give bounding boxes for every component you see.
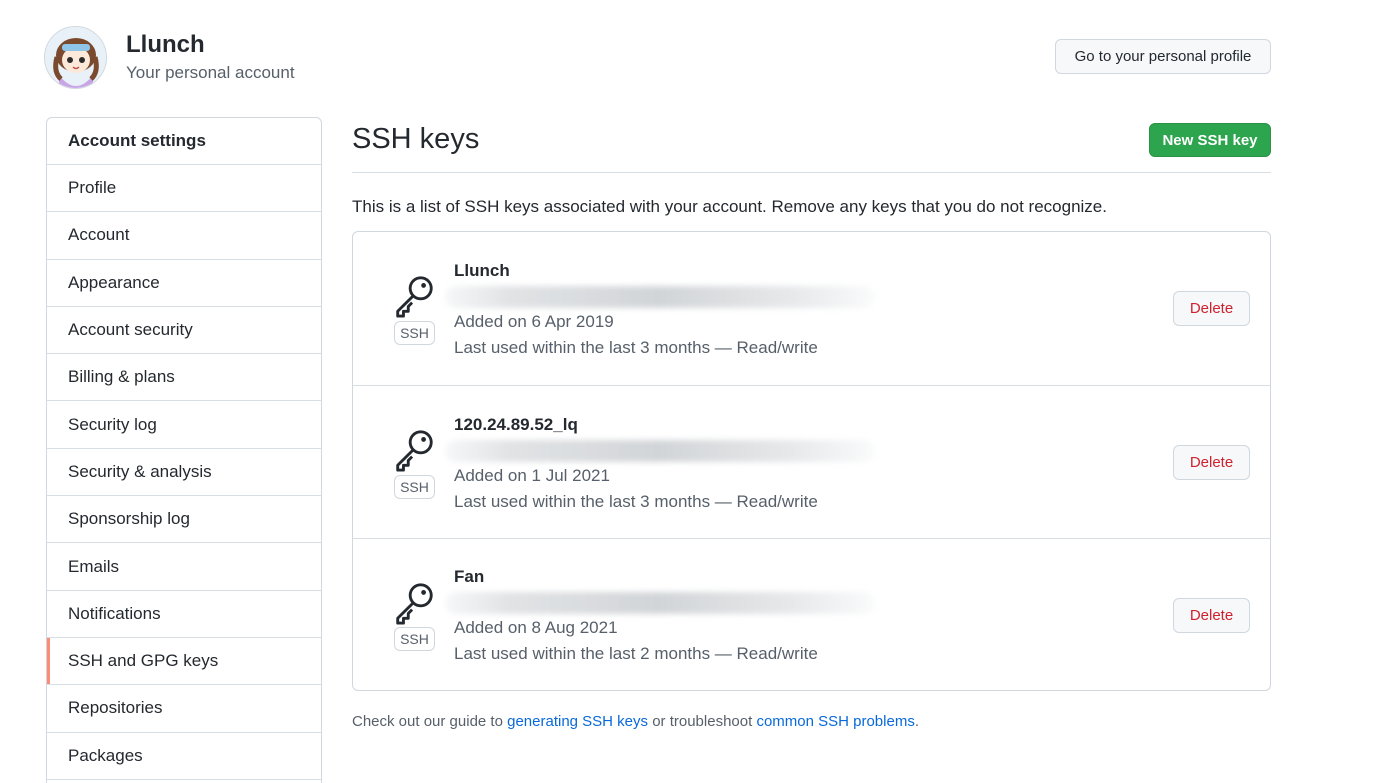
ssh-keys-list: SSH Llunch Added on 6 Apr 2019 Last used… xyxy=(352,231,1271,691)
key-title: Fan xyxy=(454,567,485,586)
key-title: Llunch xyxy=(454,261,510,280)
common-ssh-problems-link[interactable]: common SSH problems xyxy=(756,713,914,730)
key-meta: Added on 1 Jul 2021 Last used within the… xyxy=(454,463,818,515)
ssh-badge: SSH xyxy=(394,475,435,499)
footer-suffix: . xyxy=(914,713,919,730)
key-fingerprint-redacted xyxy=(445,592,875,614)
delete-key-button[interactable]: Delete xyxy=(1173,291,1250,326)
sidebar-item-billing[interactable]: Billing & plans xyxy=(47,354,321,402)
key-fingerprint-redacted xyxy=(445,286,875,308)
sidebar-item-repositories[interactable]: Repositories xyxy=(47,685,321,733)
sidebar-item-account[interactable]: Account xyxy=(47,212,321,260)
page-title: SSH keys xyxy=(352,123,480,155)
ssh-key-item: SSH Fan Added on 8 Aug 2021 Last used wi… xyxy=(353,538,1270,691)
footer-middle: or troubleshoot xyxy=(648,713,757,730)
generating-ssh-keys-link[interactable]: generating SSH keys xyxy=(507,713,648,730)
key-last-used: Last used within the last 2 months — Rea… xyxy=(454,644,818,663)
key-added-date: Added on 1 Jul 2021 xyxy=(454,466,610,485)
delete-key-button[interactable]: Delete xyxy=(1173,445,1250,480)
sidebar-item-ssh-gpg-keys[interactable]: SSH and GPG keys xyxy=(47,637,321,686)
user-subtitle: Your personal account xyxy=(126,63,295,82)
key-fingerprint-redacted xyxy=(445,440,875,462)
sidebar-item-security-analysis[interactable]: Security & analysis xyxy=(47,449,321,497)
ssh-key-item: SSH 120.24.89.52_lq Added on 1 Jul 2021 … xyxy=(353,385,1270,538)
sidebar-item-account-security[interactable]: Account security xyxy=(47,307,321,355)
sidebar-item-emails[interactable]: Emails xyxy=(47,543,321,591)
ssh-badge: SSH xyxy=(394,321,435,345)
key-icon xyxy=(396,430,433,472)
title-divider xyxy=(352,172,1271,173)
avatar-illustration xyxy=(45,27,106,88)
settings-sidebar: Account settings Profile Account Appeara… xyxy=(46,117,322,783)
intro-text: This is a list of SSH keys associated wi… xyxy=(352,197,1107,216)
new-ssh-key-button[interactable]: New SSH key xyxy=(1149,123,1271,157)
key-last-used: Last used within the last 3 months — Rea… xyxy=(454,338,818,357)
key-added-date: Added on 8 Aug 2021 xyxy=(454,618,618,637)
key-meta: Added on 8 Aug 2021 Last used within the… xyxy=(454,615,818,667)
ssh-key-item: SSH Llunch Added on 6 Apr 2019 Last used… xyxy=(353,232,1270,385)
key-last-used: Last used within the last 3 months — Rea… xyxy=(454,492,818,511)
footer-prefix: Check out our guide to xyxy=(352,713,508,730)
sidebar-item-security-log[interactable]: Security log xyxy=(47,401,321,449)
sidebar-item-profile[interactable]: Profile xyxy=(47,165,321,213)
key-icon xyxy=(396,276,433,318)
avatar[interactable] xyxy=(44,26,107,89)
key-title: 120.24.89.52_lq xyxy=(454,415,578,434)
user-name: Llunch xyxy=(126,31,205,58)
sidebar-item-sponsorship-log[interactable]: Sponsorship log xyxy=(47,496,321,544)
ssh-badge: SSH xyxy=(394,627,435,651)
personal-profile-button[interactable]: Go to your personal profile xyxy=(1055,39,1271,74)
key-added-date: Added on 6 Apr 2019 xyxy=(454,312,614,331)
delete-key-button[interactable]: Delete xyxy=(1173,598,1250,633)
sidebar-item-packages[interactable]: Packages xyxy=(47,733,321,780)
key-icon xyxy=(396,583,433,625)
footer-note: Check out our guide to generating SSH ke… xyxy=(352,713,919,730)
key-meta: Added on 6 Apr 2019 Last used within the… xyxy=(454,309,818,361)
sidebar-heading: Account settings xyxy=(47,118,321,165)
sidebar-item-notifications[interactable]: Notifications xyxy=(47,591,321,638)
sidebar-item-appearance[interactable]: Appearance xyxy=(47,260,321,307)
